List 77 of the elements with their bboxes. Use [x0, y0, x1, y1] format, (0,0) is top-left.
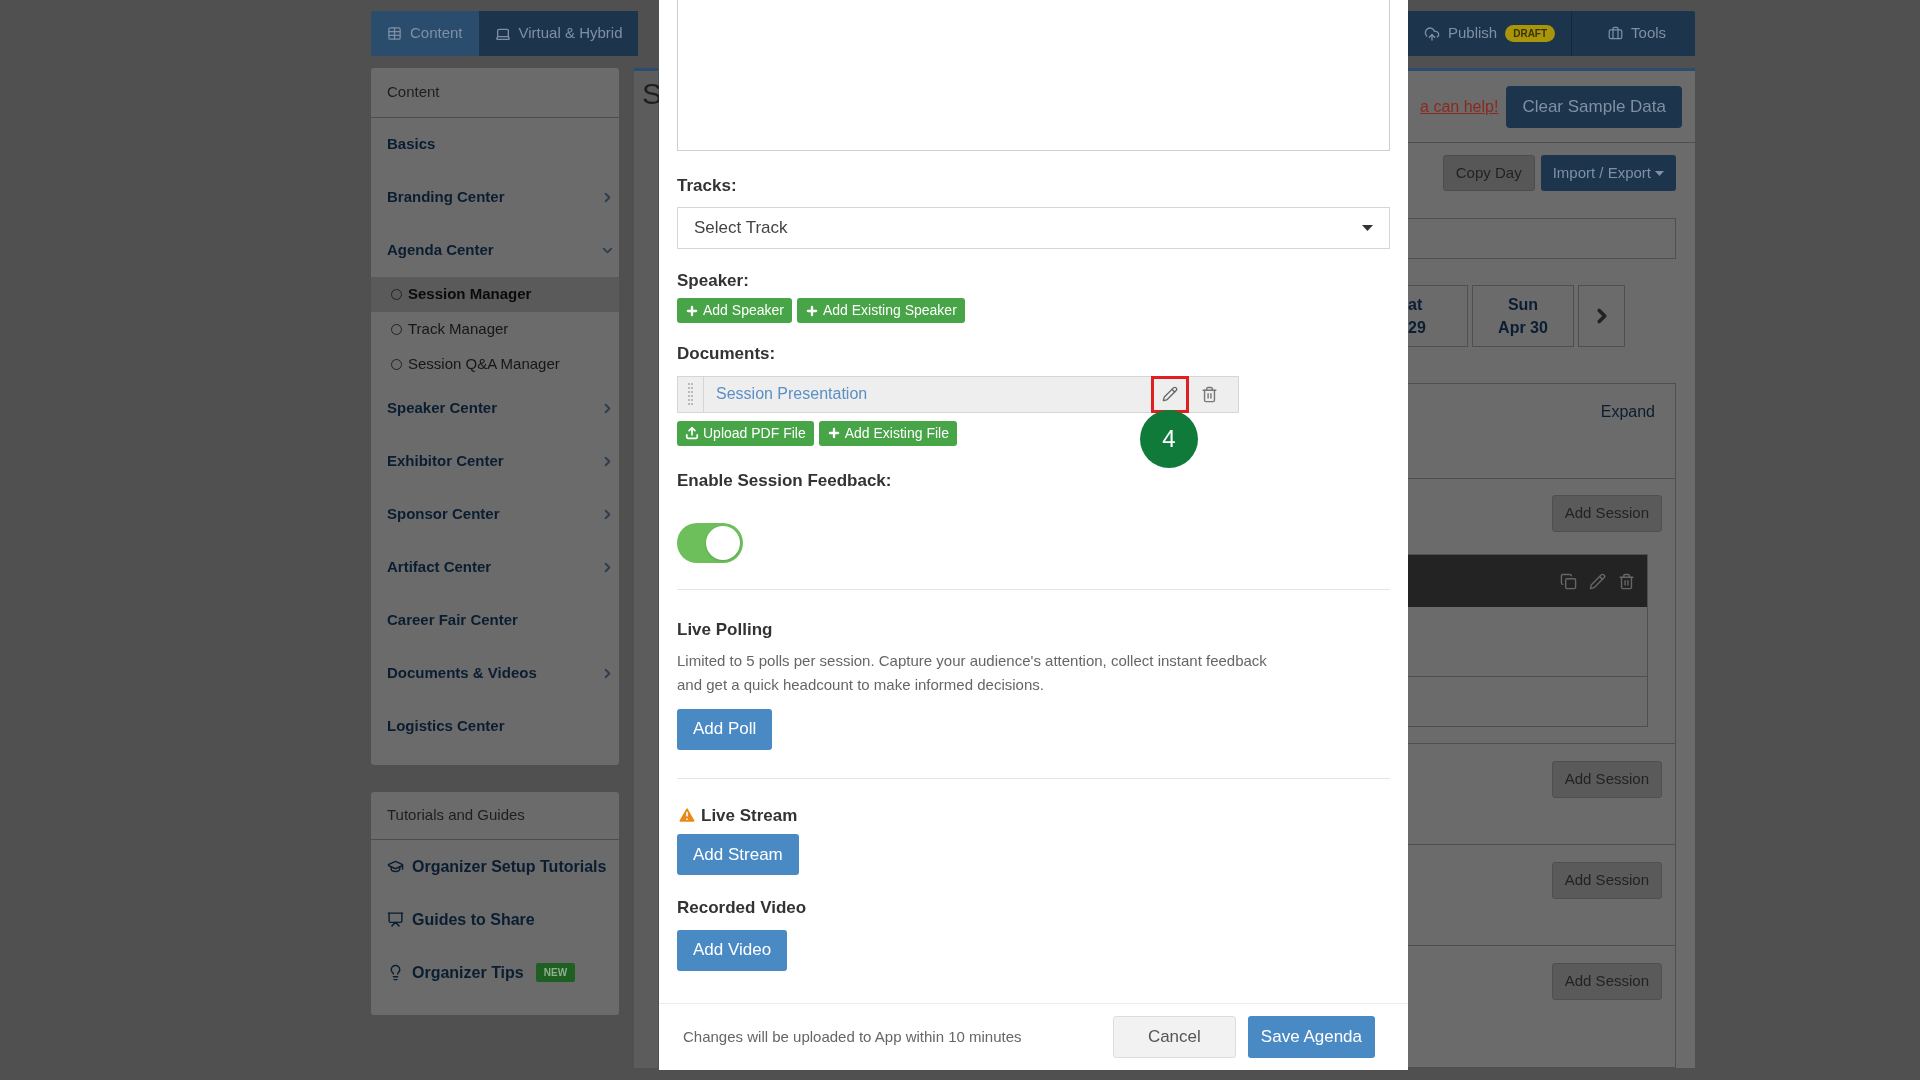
polling-description: Limited to 5 polls per session. Capture your audience's attention, collect instant feedback and get a quick headcount to make informed decisions. [677, 650, 1268, 695]
caret-down-icon [1362, 224, 1373, 231]
sidebar-item[interactable]: Logistics Center [371, 700, 619, 753]
nav-tab-label: Virtual & Hybrid [518, 23, 623, 44]
presentation-board-icon [387, 911, 404, 928]
add-poll-button[interactable]: Add Poll [677, 708, 773, 750]
add-session-button[interactable]: Add Session [1551, 495, 1662, 532]
draft-badge: DRAFT [1505, 25, 1556, 42]
nav-tab-label: Content [410, 23, 463, 44]
guide-link[interactable]: Organizer Setup Tutorials [371, 840, 619, 893]
add-session-button[interactable]: Add Session [1551, 862, 1662, 899]
copy-icon [1560, 572, 1577, 590]
track-select[interactable]: Select Track [677, 206, 1390, 249]
trash-icon [1618, 572, 1635, 590]
guide-link[interactable]: Organizer Tips NEW [371, 946, 619, 999]
guide-link[interactable]: Guides to Share [371, 893, 619, 946]
import-export-button[interactable]: Import / Export [1540, 155, 1676, 191]
feedback-toggle[interactable] [677, 523, 743, 563]
step-badge: 4 [1140, 410, 1198, 468]
speaker-label: Speaker: [677, 269, 750, 292]
section-title: Recorded Video [677, 897, 808, 919]
day-tab[interactable]: Sun Apr 30 [1472, 285, 1574, 347]
caret-down-icon [1655, 170, 1664, 176]
nav-tab[interactable]: Content [371, 11, 479, 56]
sidebar-item[interactable]: Exhibitor Center [371, 435, 619, 488]
pencil-icon [1589, 572, 1606, 590]
pencil-icon [1162, 386, 1178, 402]
briefcase-icon [1608, 26, 1624, 41]
add-existing-speaker-button[interactable]: Add Existing Speaker [796, 298, 965, 323]
next-day-button[interactable] [1578, 285, 1625, 347]
sidebar-header: Content [371, 68, 619, 118]
section-title: Live Polling [677, 619, 774, 641]
day-tab[interactable]: at 29 [1408, 285, 1468, 347]
save-agenda-button[interactable]: Save Agenda [1247, 1016, 1375, 1058]
plus-icon [826, 426, 841, 440]
sidebar-item[interactable]: Basics [371, 118, 619, 171]
sidebar-item[interactable]: Documents & Videos [371, 647, 619, 700]
clear-sample-data-button[interactable]: Clear Sample Data [1506, 85, 1682, 128]
add-session-button[interactable]: Add Session [1551, 963, 1662, 1000]
nav-tab-label: Publish [1448, 23, 1498, 44]
sidebar-item[interactable]: Branding Center [371, 171, 619, 224]
feedback-label: Enable Session Feedback: [677, 469, 893, 492]
add-stream-button[interactable]: Add Stream [677, 834, 799, 875]
section-title: Live Stream [701, 804, 798, 827]
help-link[interactable]: a can help! [1420, 94, 1499, 119]
guides-header: Tutorials and Guides [371, 792, 619, 840]
nav-tab[interactable]: Virtual & Hybrid [478, 11, 639, 56]
add-session-button[interactable]: Add Session [1551, 761, 1662, 798]
new-badge: NEW [535, 963, 576, 982]
tracks-label: Tracks: [677, 175, 738, 197]
footer-note: Changes will be uploaded to App within 10 minutes [683, 1026, 1023, 1047]
add-speaker-button[interactable]: Add Speaker [677, 298, 792, 323]
sidebar-item[interactable]: Agenda Center [371, 224, 619, 277]
upload-file-button[interactable]: Upload PDF File [677, 420, 814, 446]
sidebar-item[interactable]: Artifact Center [371, 541, 619, 594]
add-video-button[interactable]: Add Video [677, 929, 788, 971]
plus-icon [685, 303, 699, 318]
add-existing-file-button[interactable]: Add Existing File [818, 420, 957, 446]
sidebar-subitem[interactable]: Track Manager [371, 312, 619, 347]
cloud-upload-icon [1424, 25, 1440, 42]
plus-icon [804, 303, 819, 318]
search-field[interactable] [1408, 218, 1676, 259]
table-icon [387, 26, 402, 41]
sidebar-item[interactable]: Speaker Center [371, 382, 619, 435]
sidebar-subitem[interactable]: Session Manager [371, 277, 619, 312]
trash-icon [1200, 385, 1218, 403]
sidebar-subitem[interactable]: Session Q&A Manager [371, 347, 619, 382]
expand-link[interactable]: Expand [1600, 400, 1655, 424]
graduation-cap-icon [387, 858, 404, 875]
sidebar-item[interactable]: Career Fair Center [371, 594, 619, 647]
cancel-button[interactable]: Cancel [1112, 1016, 1236, 1058]
nav-tab-label: Tools [1631, 23, 1667, 44]
documents-label: Documents: [677, 343, 777, 365]
upload-icon [685, 426, 699, 440]
nav-tab[interactable]: Tools [1571, 11, 1695, 56]
sidebar-item[interactable]: Sponsor Center [371, 488, 619, 541]
document-link[interactable]: Session Presentation [716, 382, 1151, 406]
